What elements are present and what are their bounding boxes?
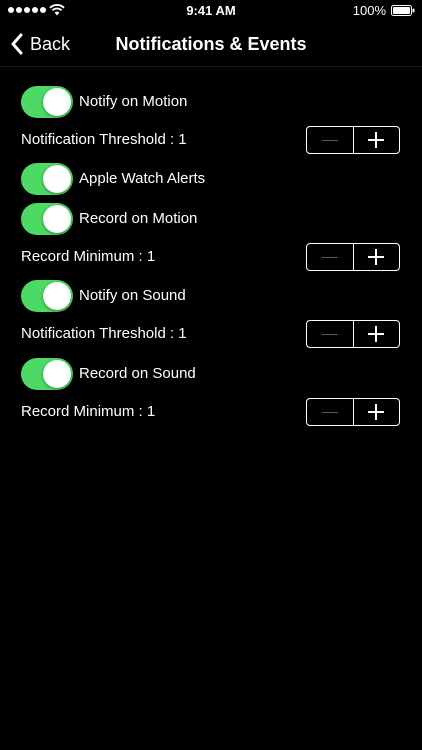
page-title: Notifications & Events bbox=[115, 34, 307, 54]
sound-record-minimum-stepper bbox=[306, 398, 400, 426]
apple-watch-alerts-toggle[interactable] bbox=[21, 163, 73, 195]
record-motion-row: Record on Motion bbox=[0, 201, 422, 237]
notify-motion-row: Notify on Motion bbox=[0, 84, 422, 120]
record-sound-toggle[interactable] bbox=[21, 358, 73, 390]
battery-percentage: 100% bbox=[352, 3, 386, 18]
motion-record-minimum-stepper bbox=[306, 243, 400, 271]
notify-sound-label: Notify on Sound bbox=[79, 287, 186, 304]
sound-record-minimum-label: Record Minimum : 1 bbox=[21, 403, 156, 420]
minus-icon bbox=[321, 412, 338, 413]
sound-threshold-decrement-button[interactable] bbox=[307, 321, 353, 347]
sound-record-minimum-decrement-button[interactable] bbox=[307, 399, 353, 425]
minus-icon bbox=[321, 257, 338, 258]
navigation-bar: Back Notifications & Events bbox=[0, 22, 422, 67]
motion-record-minimum-increment-button[interactable] bbox=[352, 244, 400, 270]
minus-icon bbox=[321, 140, 338, 141]
record-sound-label: Record on Sound bbox=[79, 365, 196, 382]
notify-motion-toggle[interactable] bbox=[21, 86, 73, 118]
apple-watch-alerts-label: Apple Watch Alerts bbox=[79, 170, 206, 187]
sound-threshold-increment-button[interactable] bbox=[352, 321, 400, 347]
motion-threshold-decrement-button[interactable] bbox=[307, 127, 353, 153]
sound-threshold-stepper bbox=[306, 320, 400, 348]
motion-record-minimum-decrement-button[interactable] bbox=[307, 244, 353, 270]
motion-threshold-label: Notification Threshold : 1 bbox=[21, 131, 187, 148]
minus-icon bbox=[321, 334, 338, 335]
apple-watch-alerts-row: Apple Watch Alerts bbox=[0, 161, 422, 197]
motion-threshold-stepper bbox=[306, 126, 400, 154]
status-bar: 9:41 AM 100% bbox=[0, 0, 422, 22]
sound-threshold-label: Notification Threshold : 1 bbox=[21, 325, 187, 342]
notify-sound-toggle[interactable] bbox=[21, 280, 73, 312]
motion-threshold-row: Notification Threshold : 1 bbox=[0, 122, 422, 158]
record-motion-label: Record on Motion bbox=[79, 210, 198, 227]
motion-record-minimum-row: Record Minimum : 1 bbox=[0, 239, 422, 275]
notify-motion-label: Notify on Motion bbox=[79, 93, 188, 110]
battery-icon bbox=[391, 5, 415, 16]
record-motion-toggle[interactable] bbox=[21, 203, 73, 235]
record-sound-row: Record on Sound bbox=[0, 356, 422, 392]
notify-sound-row: Notify on Sound bbox=[0, 278, 422, 314]
sound-record-minimum-row: Record Minimum : 1 bbox=[0, 394, 422, 430]
sound-threshold-row: Notification Threshold : 1 bbox=[0, 316, 422, 352]
sound-record-minimum-increment-button[interactable] bbox=[352, 399, 400, 425]
motion-threshold-increment-button[interactable] bbox=[352, 127, 400, 153]
motion-record-minimum-label: Record Minimum : 1 bbox=[21, 248, 156, 265]
